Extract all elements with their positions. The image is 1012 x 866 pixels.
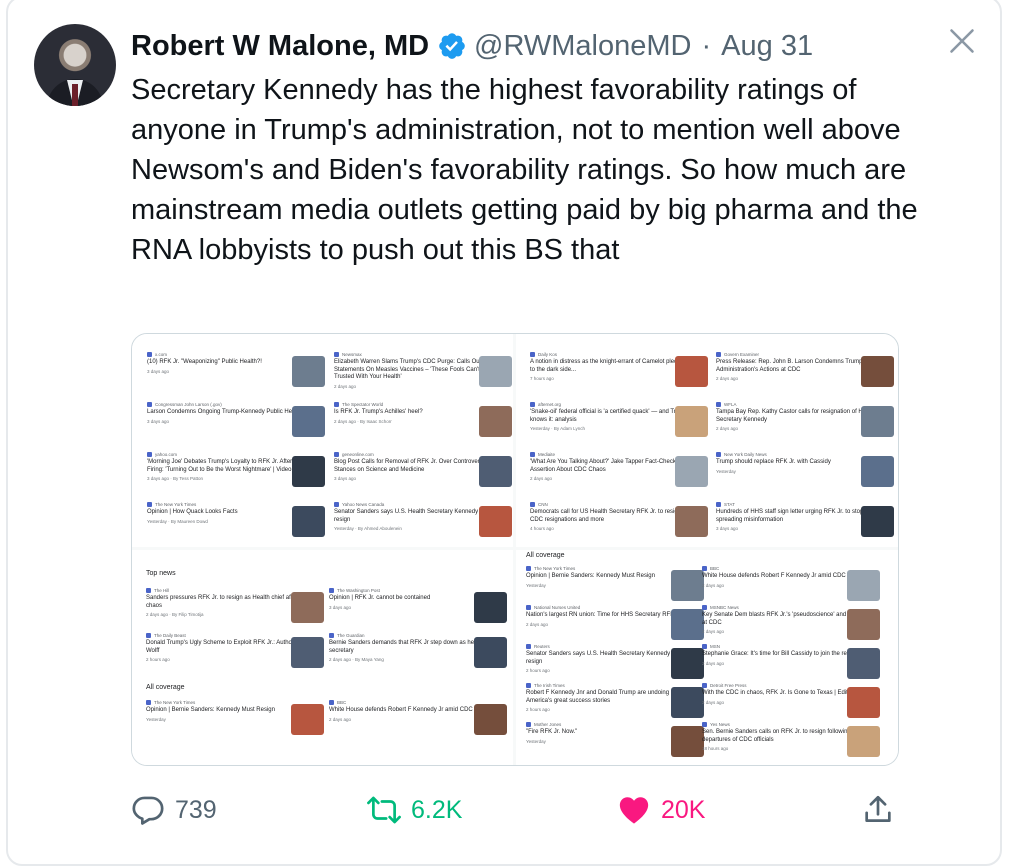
all-coverage-label-right: All coverage [526,552,565,559]
verified-badge-icon [439,33,465,59]
news-thumbnail [479,356,512,387]
tweet-text: Secretary Kennedy has the highest favora… [131,74,926,266]
news-thumbnail [675,506,708,537]
reply-button[interactable]: 739 [131,790,217,830]
news-thumbnail [671,687,704,718]
news-thumbnail [671,648,704,679]
author-name[interactable]: Robert W Malone, MD [131,30,429,63]
news-thumbnail [861,456,894,487]
tweet-header: Robert W Malone, MD @RWMaloneMD · Aug 31 [131,28,813,64]
retweet-button[interactable]: 6.2K [367,790,462,830]
news-thumbnail [291,637,324,668]
news-thumbnail [861,506,894,537]
share-icon [865,795,891,822]
news-thumbnail [474,704,507,735]
heart-icon [619,797,649,824]
news-thumbnail [479,406,512,437]
media-panel-bottom-right: All coverage The New York Times Opinion |… [516,550,898,765]
separator-dot: · [701,29,712,62]
avatar-tie [72,84,78,106]
news-thumbnail [479,456,512,487]
news-thumbnail [671,726,704,757]
news-thumbnail [861,356,894,387]
news-thumbnail [675,456,708,487]
news-thumbnail [861,406,894,437]
tweet-date[interactable]: Aug 31 [721,30,813,63]
news-thumbnail [847,570,880,601]
news-thumbnail [671,570,704,601]
media-panel-top-right: Daily Kos A notion in distress as the kni… [516,334,898,547]
news-thumbnail [675,356,708,387]
news-thumbnail [847,609,880,640]
all-coverage-label: All coverage [146,684,185,691]
author-avatar[interactable] [34,24,116,106]
news-thumbnail [474,592,507,623]
news-thumbnail [479,506,512,537]
author-handle[interactable]: @RWMaloneMD [474,30,691,63]
news-thumbnail [291,704,324,735]
top-news-label: Top news [146,570,176,577]
media-panel-top-left: x.com (10) RFK Jr. "Weaponizing" Public H… [132,334,513,547]
media-panel-bottom-left: Top news All coverage The Hill Sanders pr… [132,550,513,765]
news-thumbnail [675,406,708,437]
share-button[interactable] [861,790,905,830]
news-thumbnail [847,687,880,718]
news-thumbnail [671,609,704,640]
news-thumbnail [292,456,325,487]
reply-count: 739 [175,795,217,824]
news-thumbnail [292,406,325,437]
like-count: 20K [661,795,706,824]
news-thumbnail [292,506,325,537]
news-thumbnail [474,637,507,668]
news-thumbnail [847,648,880,679]
like-button[interactable]: 20K [617,790,705,830]
news-thumbnail [291,592,324,623]
news-thumbnail [847,726,880,757]
retweet-icon [367,796,401,824]
engagement-bar: 739 6.2K 20K [131,790,901,830]
news-thumbnail [292,356,325,387]
close-icon[interactable] [948,27,976,55]
reply-icon [132,796,164,825]
tweet-media-image[interactable]: x.com (10) RFK Jr. "Weaponizing" Public H… [131,333,899,766]
retweet-count: 6.2K [411,795,463,824]
